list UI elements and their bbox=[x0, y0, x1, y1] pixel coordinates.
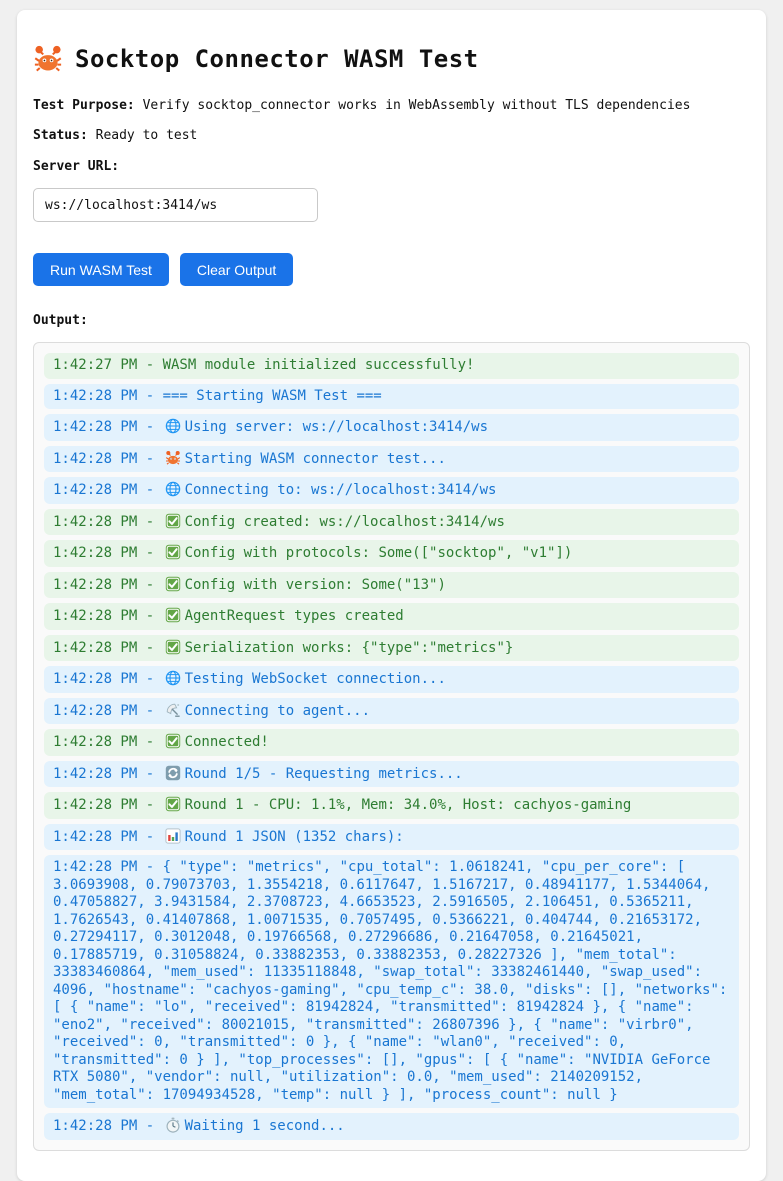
log-timestamp: 1:42:28 PM - bbox=[53, 671, 163, 687]
log-message: Connecting to agent... bbox=[185, 703, 370, 719]
crab-icon bbox=[165, 450, 181, 466]
log-timestamp: 1:42:28 PM - bbox=[53, 482, 163, 498]
log-message: Round 1 - CPU: 1.1%, Mem: 34.0%, Host: c… bbox=[185, 797, 632, 813]
check-icon bbox=[165, 639, 181, 655]
test-purpose-label: Test Purpose: bbox=[33, 98, 135, 113]
log-message: { "type": "metrics", "cpu_total": 1.0618… bbox=[53, 859, 727, 1103]
log-entry: 1:42:28 PM - === Starting WASM Test === bbox=[44, 384, 739, 410]
status-line: Status: Ready to test bbox=[33, 128, 750, 143]
log-entry: 1:42:27 PM - WASM module initialized suc… bbox=[44, 353, 739, 379]
log-message: Config with version: Some("13") bbox=[185, 577, 446, 593]
log-message: Using server: ws://localhost:3414/ws bbox=[185, 419, 488, 435]
log-entry: 1:42:28 PM - Connecting to agent... bbox=[44, 698, 739, 725]
log-message: Starting WASM connector test... bbox=[185, 451, 446, 467]
log-timestamp: 1:42:28 PM - bbox=[53, 608, 163, 624]
log-timestamp: 1:42:28 PM - bbox=[53, 1118, 163, 1134]
log-message: Testing WebSocket connection... bbox=[185, 671, 446, 687]
output-label: Output: bbox=[33, 313, 750, 328]
log-message: Config created: ws://localhost:3414/ws bbox=[185, 514, 505, 530]
page-title-text: Socktop Connector WASM Test bbox=[75, 45, 479, 73]
log-message: Round 1 JSON (1352 chars): bbox=[185, 829, 404, 845]
server-url-input[interactable] bbox=[33, 188, 318, 222]
check-icon bbox=[165, 607, 181, 623]
check-icon bbox=[165, 544, 181, 560]
globe-icon bbox=[165, 418, 181, 434]
globe-icon bbox=[165, 481, 181, 497]
check-icon bbox=[165, 733, 181, 749]
log-timestamp: 1:42:28 PM - bbox=[53, 766, 163, 782]
log-entry: 1:42:28 PM - Using server: ws://localhos… bbox=[44, 414, 739, 441]
log-timestamp: 1:42:28 PM - bbox=[53, 703, 163, 719]
log-entry: 1:42:28 PM - Waiting 1 second... bbox=[44, 1113, 739, 1140]
log-timestamp: 1:42:28 PM - bbox=[53, 419, 163, 435]
test-purpose-text: Verify socktop_connector works in WebAss… bbox=[143, 98, 691, 113]
status-label: Status: bbox=[33, 128, 88, 143]
log-message: Connecting to: ws://localhost:3414/ws bbox=[185, 482, 497, 498]
crab-icon bbox=[33, 44, 63, 74]
stopwatch-icon bbox=[165, 1117, 181, 1133]
log-entry: 1:42:28 PM - Round 1 - CPU: 1.1%, Mem: 3… bbox=[44, 792, 739, 819]
log-entry: 1:42:28 PM - Connected! bbox=[44, 729, 739, 756]
log-timestamp: 1:42:28 PM - bbox=[53, 859, 163, 875]
log-timestamp: 1:42:28 PM - bbox=[53, 545, 163, 561]
log-message: Config with protocols: Some(["socktop", … bbox=[185, 545, 573, 561]
chart-icon bbox=[165, 828, 181, 844]
log-entry: 1:42:28 PM - Connecting to: ws://localho… bbox=[44, 477, 739, 504]
status-text: Ready to test bbox=[96, 128, 198, 143]
log-entry: 1:42:28 PM - Config with version: Some("… bbox=[44, 572, 739, 599]
log-entry: 1:42:28 PM - Round 1/5 - Requesting metr… bbox=[44, 761, 739, 788]
log-timestamp: 1:42:28 PM - bbox=[53, 640, 163, 656]
log-timestamp: 1:42:28 PM - bbox=[53, 451, 163, 467]
log-message: AgentRequest types created bbox=[185, 608, 404, 624]
check-icon bbox=[165, 576, 181, 592]
log-timestamp: 1:42:28 PM - bbox=[53, 388, 163, 404]
satellite-icon bbox=[165, 702, 181, 718]
log-timestamp: 1:42:28 PM - bbox=[53, 829, 163, 845]
log-entry: 1:42:28 PM - AgentRequest types created bbox=[44, 603, 739, 630]
log-message: Connected! bbox=[185, 734, 269, 750]
refresh-icon bbox=[165, 765, 181, 781]
log-entry: 1:42:28 PM - Config created: ws://localh… bbox=[44, 509, 739, 536]
check-icon bbox=[165, 796, 181, 812]
test-purpose-line: Test Purpose: Verify socktop_connector w… bbox=[33, 98, 750, 113]
log-timestamp: 1:42:28 PM - bbox=[53, 577, 163, 593]
log-entry: 1:42:28 PM - Round 1 JSON (1352 chars): bbox=[44, 824, 739, 851]
log-message: Round 1/5 - Requesting metrics... bbox=[185, 766, 463, 782]
log-timestamp: 1:42:27 PM - bbox=[53, 357, 163, 373]
log-entry: 1:42:28 PM - { "type": "metrics", "cpu_t… bbox=[44, 855, 739, 1108]
check-icon bbox=[165, 513, 181, 529]
log-message: === Starting WASM Test === bbox=[163, 388, 382, 404]
log-entry: 1:42:28 PM - Starting WASM connector tes… bbox=[44, 446, 739, 473]
main-card: Socktop Connector WASM Test Test Purpose… bbox=[17, 10, 766, 1181]
button-row: Run WASM Test Clear Output bbox=[33, 253, 750, 286]
log-timestamp: 1:42:28 PM - bbox=[53, 734, 163, 750]
log-message: Waiting 1 second... bbox=[185, 1118, 345, 1134]
log-output: 1:42:27 PM - WASM module initialized suc… bbox=[33, 342, 750, 1151]
run-wasm-test-button[interactable]: Run WASM Test bbox=[33, 253, 169, 286]
globe-icon bbox=[165, 670, 181, 686]
log-message: WASM module initialized successfully! bbox=[163, 357, 475, 373]
log-message: Serialization works: {"type":"metrics"} bbox=[185, 640, 514, 656]
log-timestamp: 1:42:28 PM - bbox=[53, 514, 163, 530]
log-entry: 1:42:28 PM - Serialization works: {"type… bbox=[44, 635, 739, 662]
log-entry: 1:42:28 PM - Testing WebSocket connectio… bbox=[44, 666, 739, 693]
log-entry: 1:42:28 PM - Config with protocols: Some… bbox=[44, 540, 739, 567]
page-title: Socktop Connector WASM Test bbox=[33, 44, 750, 74]
clear-output-button[interactable]: Clear Output bbox=[180, 253, 293, 286]
server-url-label: Server URL: bbox=[33, 159, 750, 174]
log-timestamp: 1:42:28 PM - bbox=[53, 797, 163, 813]
